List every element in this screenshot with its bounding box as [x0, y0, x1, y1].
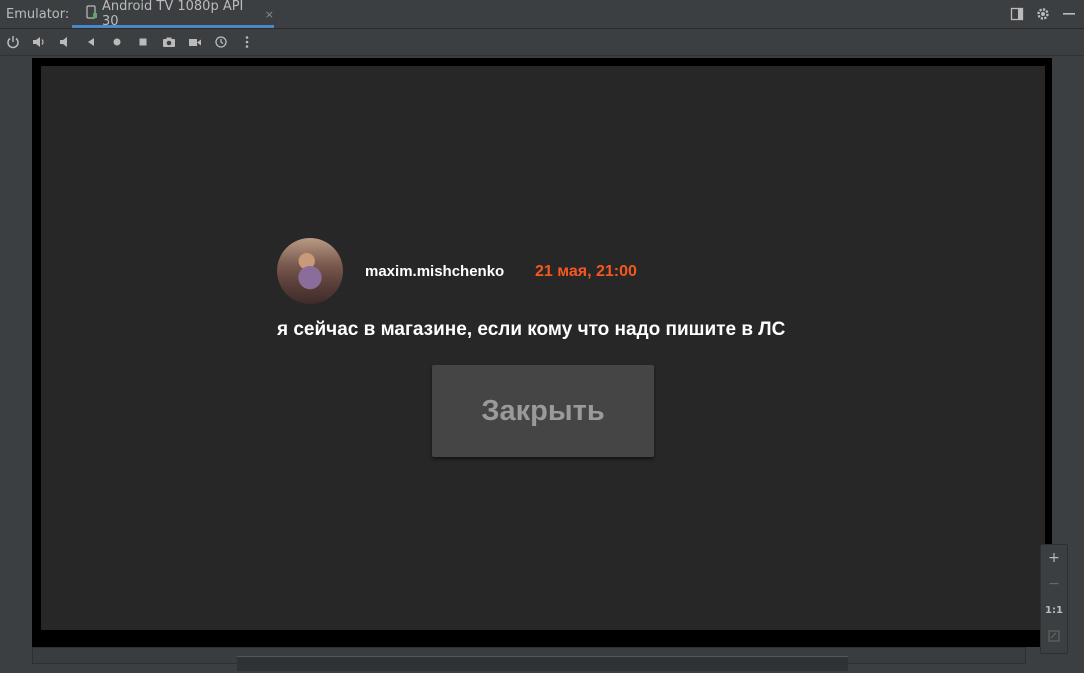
emulator-toolbar	[0, 29, 1084, 56]
avatar	[277, 238, 343, 304]
more-icon[interactable]	[234, 29, 260, 55]
minimize-icon[interactable]	[1062, 6, 1076, 20]
back-icon[interactable]	[78, 29, 104, 55]
username: maxim.mishchenko	[365, 263, 505, 280]
home-icon[interactable]	[104, 29, 130, 55]
volume-up-icon[interactable]	[26, 29, 52, 55]
close-button[interactable]: Закрыть	[432, 365, 654, 457]
emulator-label: Emulator:	[6, 6, 70, 22]
tab-close-icon[interactable]: ×	[265, 8, 274, 21]
overview-icon[interactable]	[130, 29, 156, 55]
actual-size-button[interactable]: 1:1	[1041, 597, 1067, 623]
active-tab-indicator	[72, 25, 274, 28]
record-icon[interactable]	[182, 29, 208, 55]
gear-icon[interactable]	[1036, 6, 1050, 20]
window-controls	[1010, 6, 1076, 21]
camera-icon[interactable]	[156, 29, 182, 55]
tab-android-tv[interactable]: Android TV 1080p API 30 ×	[72, 0, 274, 29]
message-text: я сейчас в магазине, если кому что надо …	[277, 319, 786, 340]
timestamp: 21 мая, 21:00	[535, 263, 637, 280]
zoom-out-button[interactable]: −	[1041, 571, 1067, 597]
horizontal-scrollbar[interactable]	[237, 656, 848, 671]
volume-down-icon[interactable]	[52, 29, 78, 55]
history-icon[interactable]	[208, 29, 234, 55]
fit-screen-icon[interactable]	[1041, 623, 1067, 649]
device-screen[interactable]	[41, 66, 1045, 630]
power-icon[interactable]	[0, 29, 26, 55]
layout-icon[interactable]	[1010, 6, 1024, 21]
zoom-in-button[interactable]: +	[1041, 545, 1067, 571]
device-icon	[86, 5, 98, 23]
zoom-controls: + − 1:1	[1040, 544, 1068, 654]
